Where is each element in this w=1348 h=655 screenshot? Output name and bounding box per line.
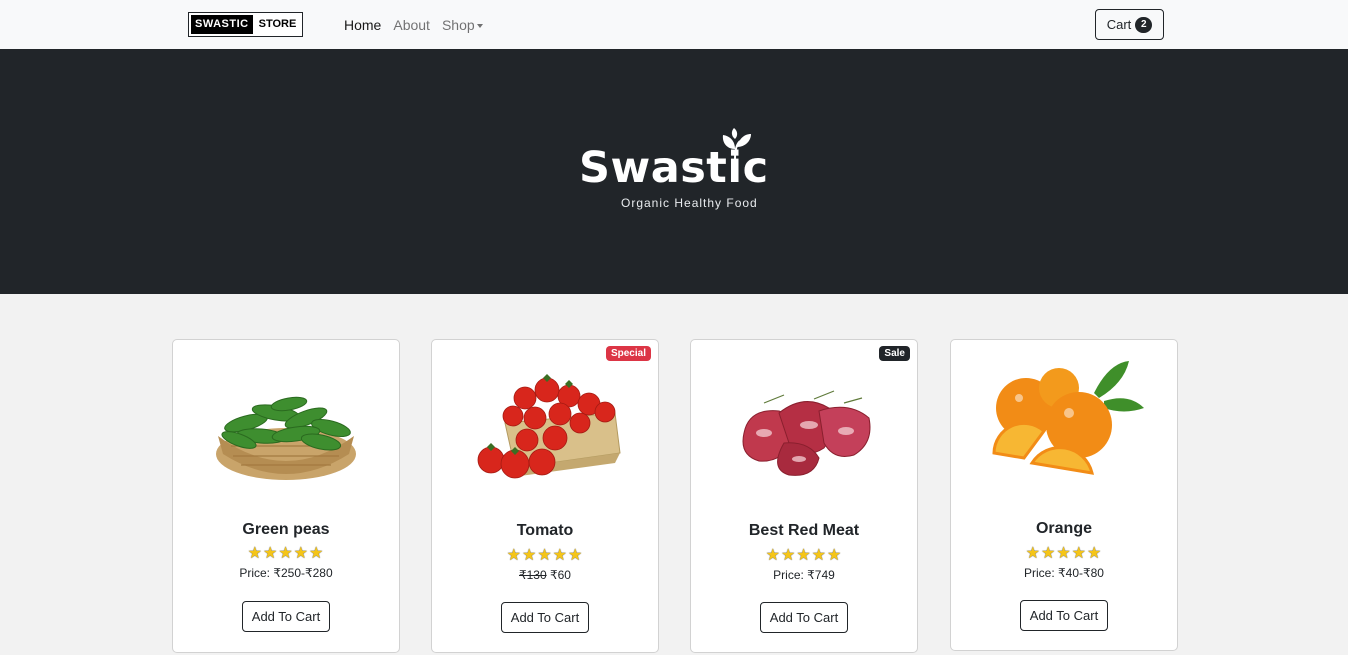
brand-logo[interactable]: SWASTIC STORE: [188, 12, 303, 37]
green-peas-basket-icon: [216, 396, 356, 480]
product-title: Tomato: [516, 522, 574, 539]
product-title: Best Red Meat: [748, 522, 860, 539]
add-to-cart-button[interactable]: Add To Cart: [1020, 600, 1108, 631]
product-image-red-meat[interactable]: [691, 350, 917, 505]
product-card-green-peas: Green peas ★★★★★ Price: ₹250-₹280 Add To…: [172, 339, 400, 653]
product-image-orange[interactable]: [951, 345, 1177, 495]
nav-link-shop-label: Shop: [441, 17, 475, 33]
nav-links: Home About Shop: [344, 17, 495, 33]
brand-logo-left: SWASTIC: [191, 15, 253, 34]
product-price: Price: ₹40-₹80: [1024, 566, 1104, 580]
nav-link-shop[interactable]: Shop: [442, 17, 483, 33]
star-rating: ★★★★★: [765, 547, 843, 564]
new-price: ₹60: [550, 568, 571, 582]
brand-logo-right: STORE: [258, 18, 297, 30]
product-price: ₹130 ₹60: [432, 568, 658, 582]
add-to-cart-button[interactable]: Add To Cart: [501, 602, 589, 633]
oranges-icon: [992, 360, 1144, 475]
old-price: ₹130: [519, 568, 547, 582]
product-price: Price: ₹250-₹280: [239, 566, 333, 580]
nav-link-home[interactable]: Home: [344, 17, 381, 33]
product-image-tomato[interactable]: [432, 350, 658, 505]
cart-button[interactable]: Cart 2: [1095, 9, 1164, 40]
star-rating: ★★★★★: [506, 547, 584, 564]
red-meat-icon: [742, 389, 871, 476]
navbar: SWASTIC STORE Home About Shop Cart 2: [0, 0, 1348, 49]
product-price: Price: ₹749: [773, 568, 835, 582]
product-card-orange: Orange ★★★★★ Price: ₹40-₹80 Add To Cart: [950, 339, 1178, 651]
add-to-cart-button[interactable]: Add To Cart: [760, 602, 848, 633]
hero-tagline: Organic Healthy Food: [621, 196, 758, 210]
product-card-red-meat: Sale Best Red Meat ★★★★★ Price: ₹749 Add…: [690, 339, 918, 653]
product-image-green-peas[interactable]: [173, 350, 399, 505]
product-title: Orange: [1035, 520, 1092, 537]
add-to-cart-button[interactable]: Add To Cart: [242, 601, 330, 632]
product-card-tomato: Special Tomato ★★★★★ ₹130 ₹60 Add To Car…: [431, 339, 659, 653]
hero-logo-text: Swastic: [579, 143, 769, 193]
tomatoes-crate-icon: [477, 373, 621, 478]
product-title: Green peas: [242, 521, 330, 538]
cart-count-badge: 2: [1135, 16, 1153, 33]
cart-label: Cart: [1106, 17, 1132, 32]
star-rating: ★★★★★: [247, 545, 325, 562]
star-rating: ★★★★★: [1025, 545, 1103, 562]
chevron-down-icon: [476, 24, 483, 29]
nav-link-about[interactable]: About: [393, 17, 430, 33]
